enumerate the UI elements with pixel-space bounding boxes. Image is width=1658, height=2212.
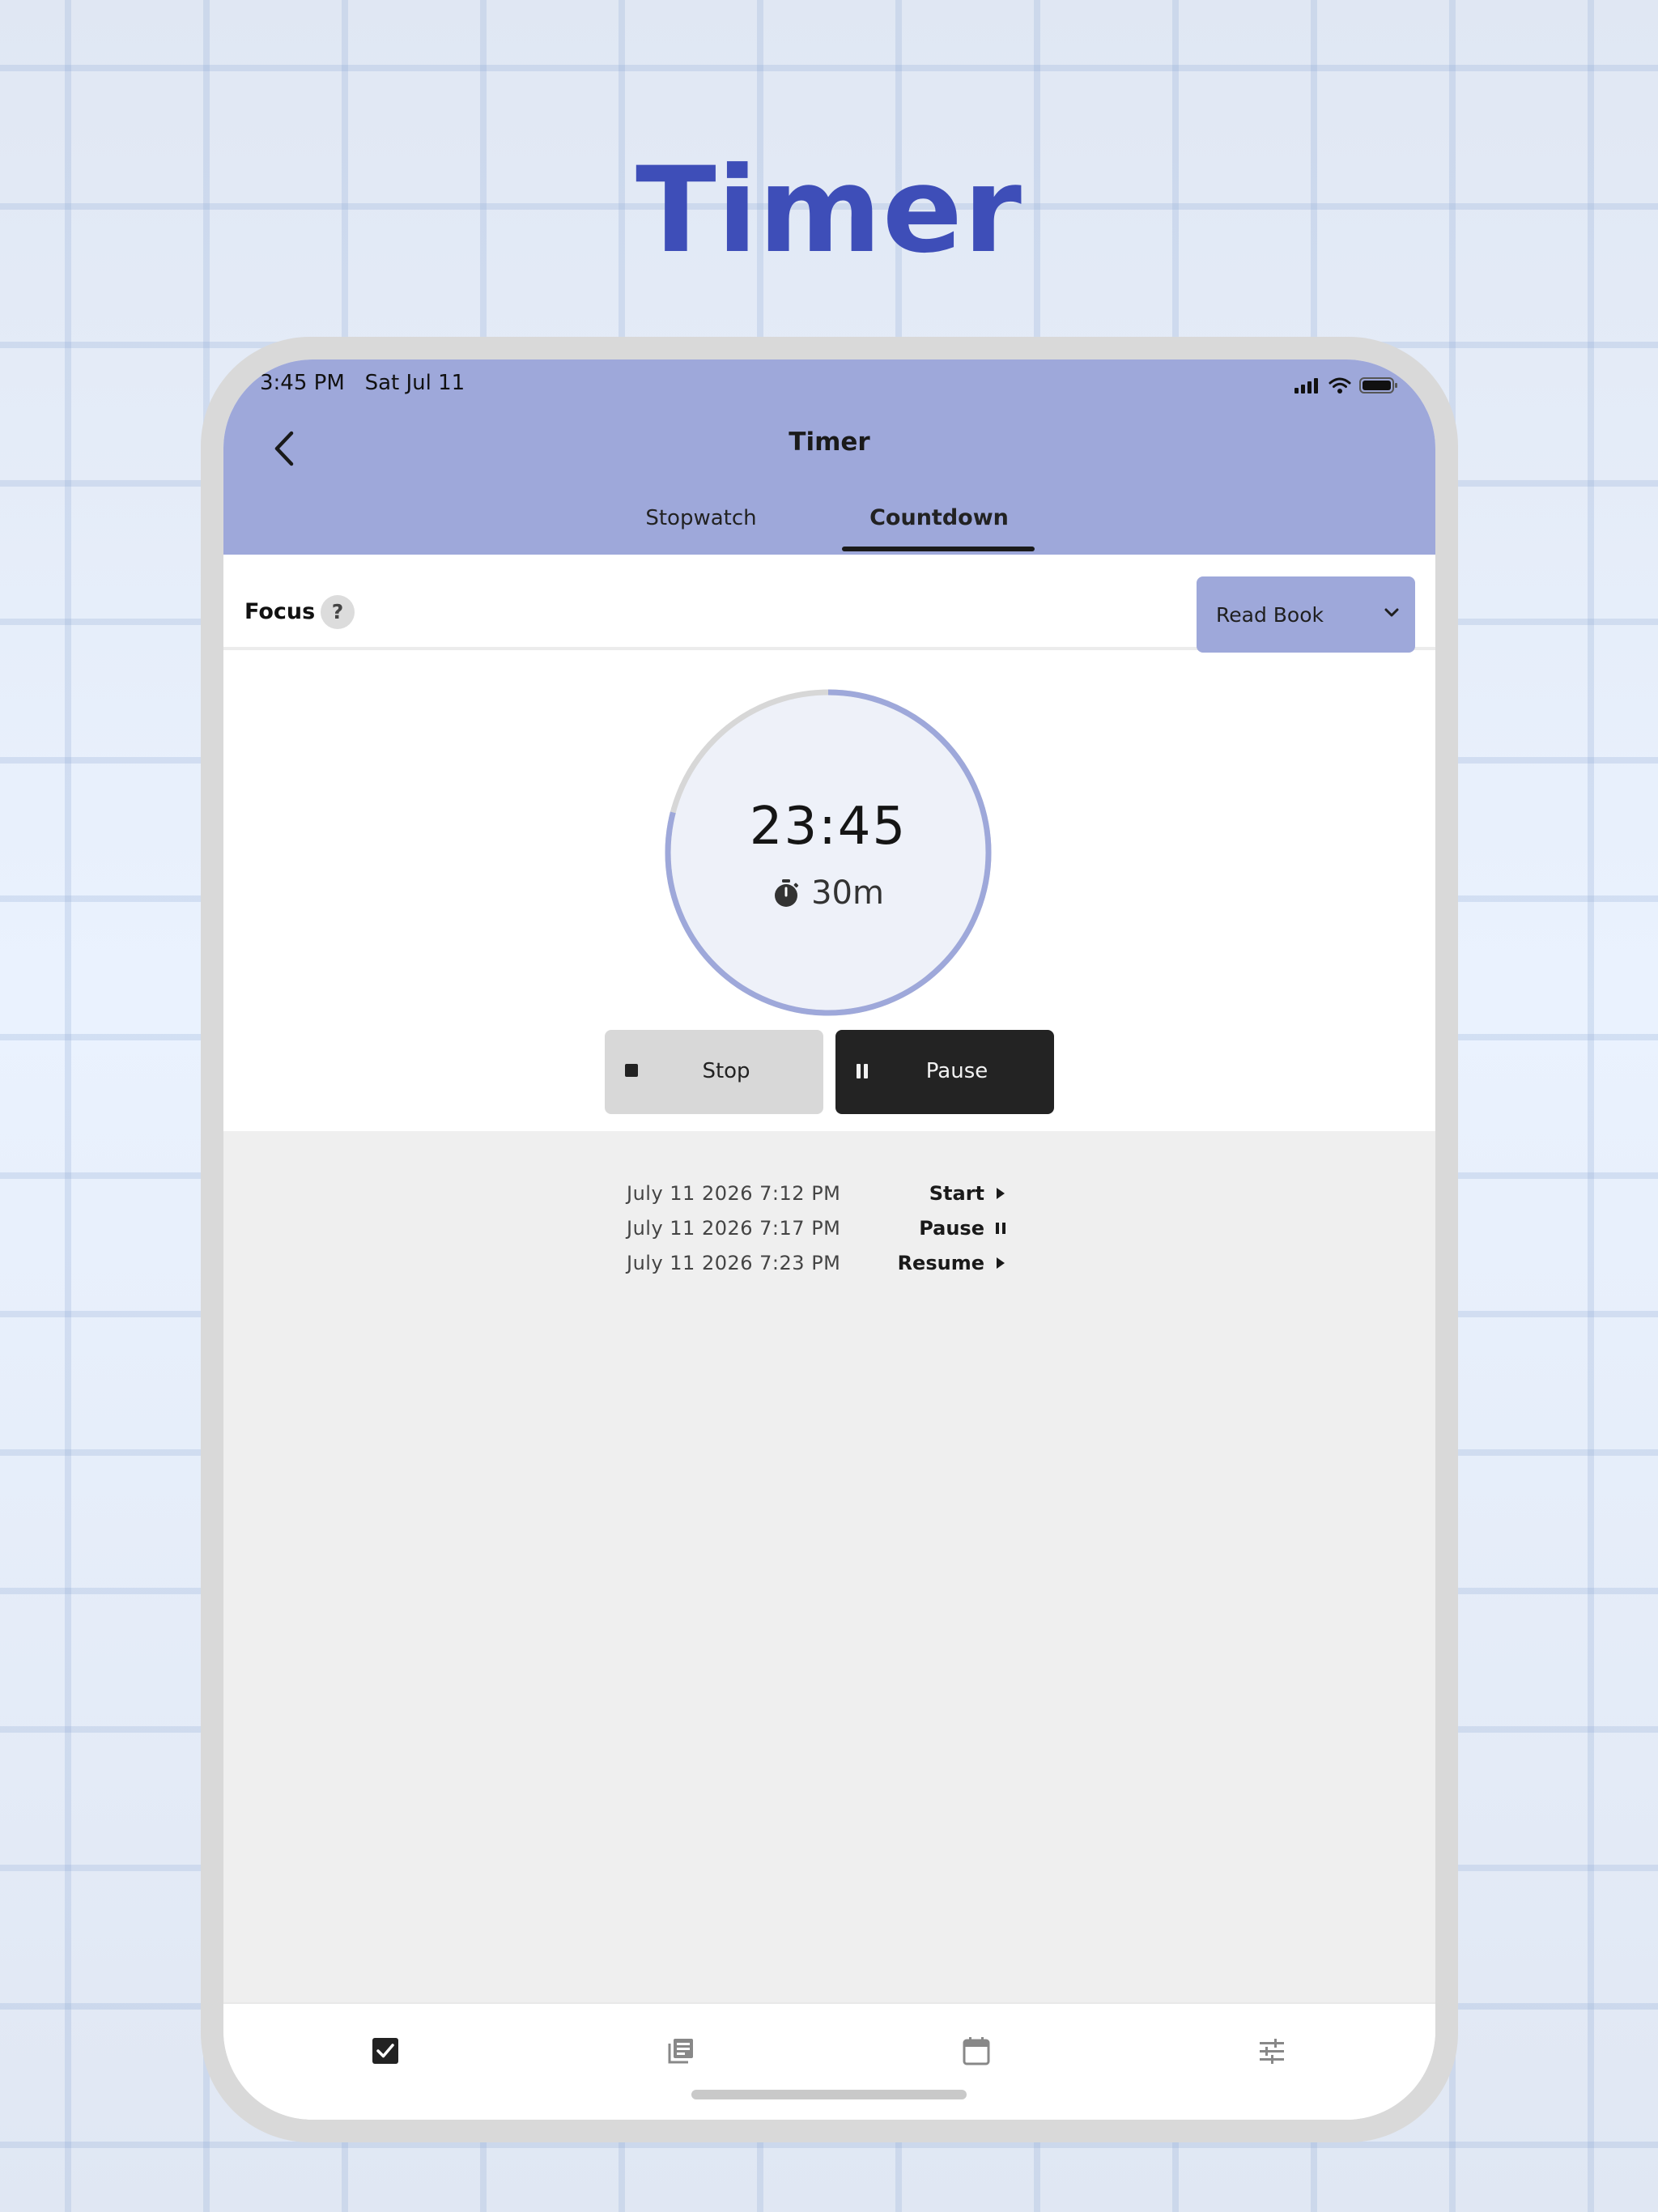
- pause-button[interactable]: Pause: [835, 1030, 1054, 1114]
- nav-calendar[interactable]: [952, 2027, 1001, 2075]
- focus-label: Focus: [244, 599, 316, 624]
- session-log: July 11 2026 7:12 PM Start July 11 2026 …: [223, 1131, 1435, 2002]
- log-entry-label: Start: [929, 1182, 984, 1205]
- wifi-icon: [1329, 377, 1351, 393]
- log-entry: July 11 2026 7:23 PM Resume: [223, 1252, 1435, 1284]
- activity-dropdown-value: Read Book: [1216, 603, 1324, 627]
- bottom-nav: [223, 2002, 1435, 2120]
- status-bar-time: 3:45 PM Sat Jul 11: [260, 371, 465, 395]
- chevron-down-icon: [1384, 608, 1399, 617]
- signal-icon: [1295, 378, 1318, 393]
- log-entry-action: Pause: [919, 1217, 1005, 1240]
- tab-selected-indicator: [842, 547, 1035, 551]
- notes-icon: [668, 2039, 693, 2064]
- stop-button-label: Stop: [702, 1059, 750, 1083]
- activity-dropdown[interactable]: Read Book: [1197, 576, 1415, 653]
- pause-icon: [996, 1223, 1005, 1234]
- battery-icon: [1359, 377, 1397, 393]
- log-entry: July 11 2026 7:17 PM Pause: [223, 1217, 1435, 1249]
- log-entry: July 11 2026 7:12 PM Start: [223, 1182, 1435, 1214]
- hero-title: Timer: [636, 142, 1022, 279]
- duration-value: 30m: [811, 874, 884, 912]
- play-icon: [997, 1257, 1005, 1269]
- log-entry-time: July 11 2026 7:12 PM: [627, 1182, 841, 1205]
- calendar-icon: [963, 2037, 990, 2065]
- app-header: 3:45 PM Sat Jul 11 Timer Stopwatch Count…: [223, 359, 1435, 555]
- pause-button-label: Pause: [925, 1059, 988, 1083]
- log-entry-time: July 11 2026 7:17 PM: [627, 1217, 841, 1240]
- app-screen: 3:45 PM Sat Jul 11 Timer Stopwatch Count…: [223, 359, 1435, 2120]
- home-indicator: [691, 2090, 967, 2099]
- log-entry-label: Resume: [897, 1252, 984, 1274]
- log-entry-action: Resume: [898, 1252, 1005, 1274]
- sliders-icon: [1260, 2039, 1284, 2064]
- help-icon[interactable]: ?: [321, 595, 355, 629]
- log-entry-label: Pause: [919, 1217, 984, 1240]
- page-title: Timer: [789, 428, 870, 457]
- duration-row: 30m: [662, 874, 994, 912]
- nav-tasks[interactable]: [361, 2027, 410, 2075]
- log-entry-action: Start: [929, 1182, 1005, 1205]
- nav-notes[interactable]: [657, 2027, 705, 2075]
- log-entry-time: July 11 2026 7:23 PM: [627, 1252, 841, 1274]
- status-time: 3:45 PM: [260, 371, 345, 395]
- play-icon: [997, 1188, 1005, 1199]
- stopwatch-icon: [775, 879, 799, 907]
- remaining-time: 23:45: [749, 797, 908, 857]
- stop-button[interactable]: Stop: [605, 1030, 823, 1114]
- status-icons: [1295, 374, 1398, 397]
- tab-stopwatch[interactable]: Stopwatch: [636, 504, 766, 536]
- status-date: Sat Jul 11: [364, 371, 466, 395]
- nav-settings[interactable]: [1248, 2027, 1296, 2075]
- tab-countdown[interactable]: Countdown: [842, 504, 1036, 536]
- checkbox-icon: [372, 2038, 398, 2064]
